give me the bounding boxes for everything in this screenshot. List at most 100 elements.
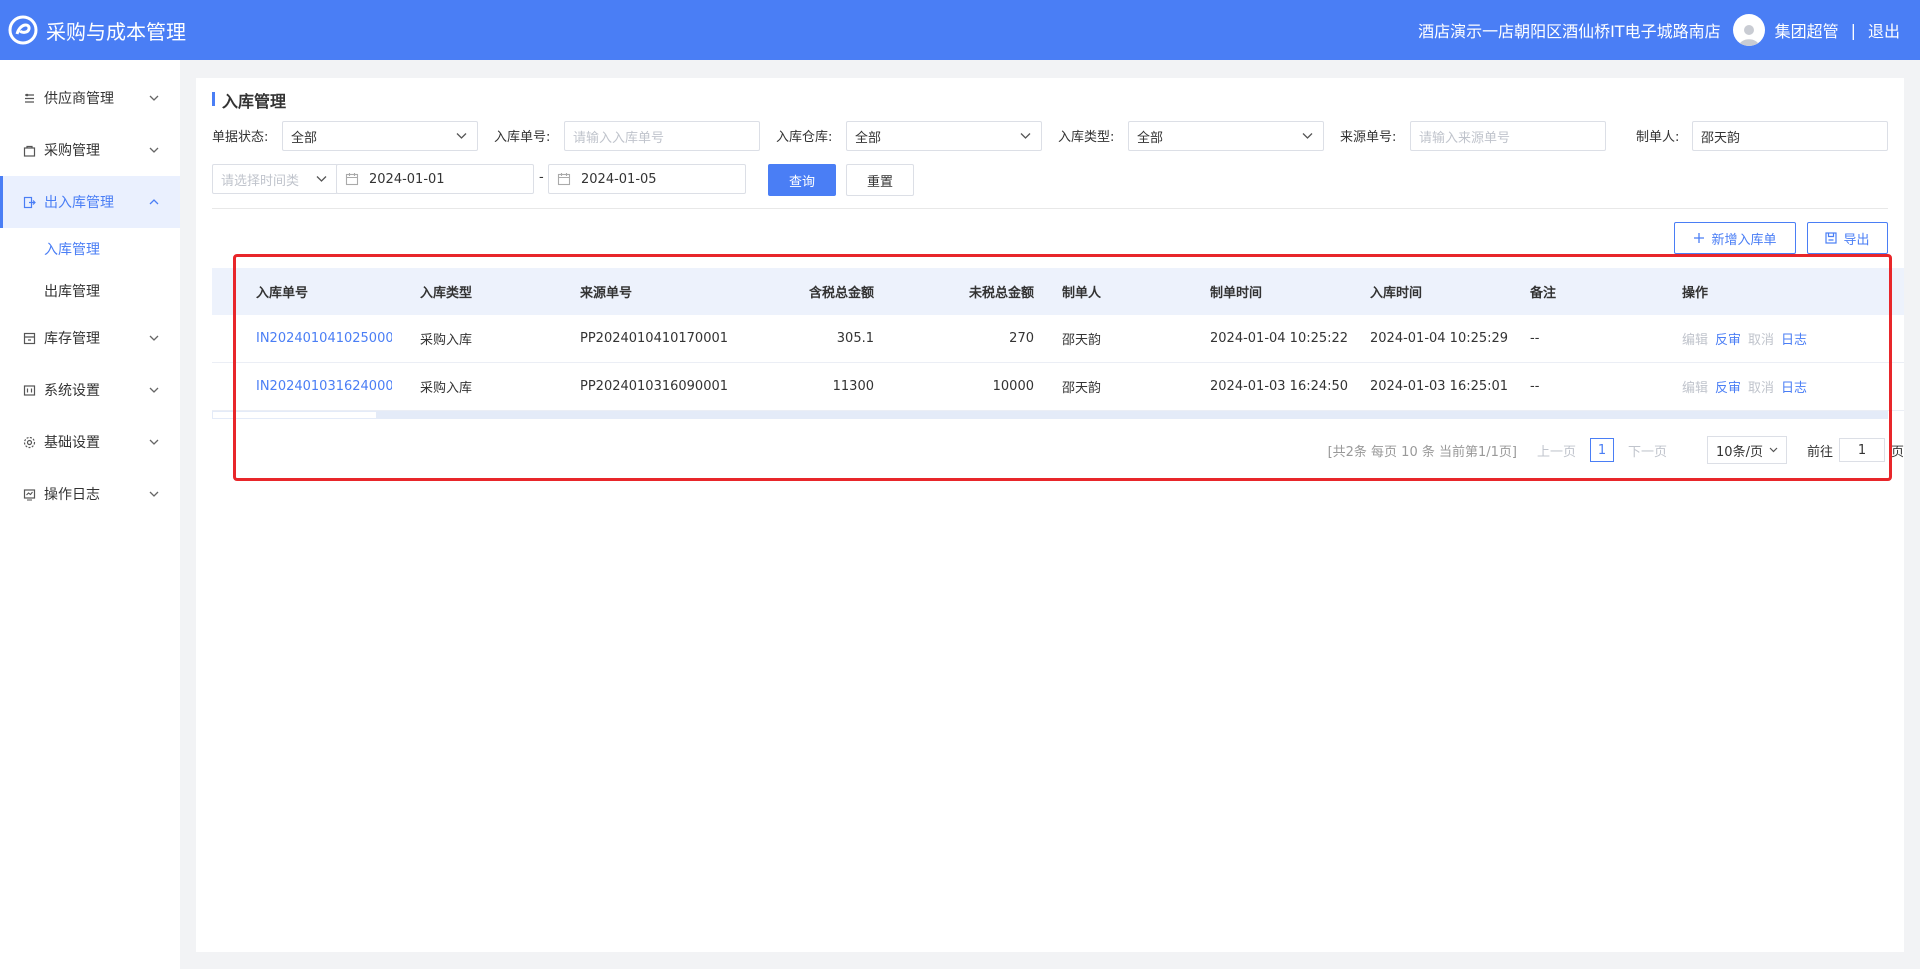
order-no-label: 入库单号: (494, 130, 551, 145)
header-right: 酒店演示一店朝阳区酒仙桥IT电子城路南店 集团超管 | 退出 (1418, 0, 1900, 60)
source-label: 来源单号: (1340, 130, 1397, 145)
pagination-summary: [共2条 每页 10 条 当前第1/1页] (1327, 444, 1517, 460)
user-avatar-icon (1738, 25, 1759, 46)
maker-cell: 邵天韵 (1062, 381, 1102, 396)
maker-label: 制单人: (1636, 130, 1680, 145)
status-select[interactable]: 全部 (282, 121, 478, 151)
chevron-down-icon (456, 133, 467, 140)
export-button[interactable]: 导出 (1807, 222, 1888, 254)
column-header-in-time[interactable]: 入库时间 (1362, 282, 1522, 301)
query-button[interactable]: 查询 (768, 164, 836, 196)
page-number-current[interactable]: 1 (1590, 438, 1615, 462)
column-header-make-time[interactable]: 制单时间 (1202, 282, 1362, 301)
order-no-link[interactable]: IN2024010410250001 (212, 331, 392, 346)
notax-total-cell: 10000 (992, 379, 1034, 394)
sidebar-item-system[interactable]: 系统设置 (0, 364, 180, 416)
type-cell: 采购入库 (420, 333, 473, 348)
column-header-tax-total[interactable]: 含税总金额 (762, 282, 882, 301)
column-header-maker[interactable]: 制单人 (1042, 282, 1202, 301)
column-header-type[interactable]: 入库类型 (392, 282, 552, 301)
next-page-button[interactable]: 下一页 (1628, 441, 1667, 460)
sidebar-item-label: 基础设置 (44, 435, 100, 451)
note-cell: -- (1530, 379, 1540, 394)
sidebar-item-label: 库存管理 (44, 331, 100, 347)
edit-button[interactable]: 编辑 (1682, 381, 1708, 396)
date-end-input[interactable]: 2024-01-05 (548, 164, 746, 194)
tax-total-cell: 305.1 (836, 331, 874, 346)
prev-page-button[interactable]: 上一页 (1537, 441, 1576, 460)
unreview-button[interactable]: 反审 (1715, 381, 1741, 396)
warehouse-label: 入库仓库: (776, 130, 833, 145)
chevron-down-icon (1020, 133, 1031, 140)
purchase-icon (22, 143, 36, 157)
sidebar-item-inventory[interactable]: 库存管理 (0, 312, 180, 364)
time-type-select[interactable]: 请选择时间类 (212, 164, 338, 194)
type-label: 入库类型: (1058, 130, 1115, 145)
store-name[interactable]: 酒店演示一店朝阳区酒仙桥IT电子城路南店 (1418, 18, 1721, 42)
table-header: 入库单号 入库类型 来源单号 含税总金额 未税总金额 制单人 制单时间 入库时间… (212, 268, 1904, 315)
avatar[interactable] (1732, 14, 1765, 46)
supplier-icon (22, 91, 36, 105)
chevron-down-icon (148, 436, 160, 448)
export-label: 导出 (1843, 232, 1870, 248)
date-start-value: 2024-01-01 (369, 171, 445, 187)
source-no-placeholder: 请输入来源单号 (1419, 130, 1511, 146)
logout-link[interactable]: 退出 (1868, 18, 1900, 42)
warehouse-select[interactable]: 全部 (846, 121, 1042, 151)
chevron-down-icon (148, 384, 160, 396)
maker-cell: 邵天韵 (1062, 333, 1102, 348)
page-size-select[interactable]: 10条/页 (1707, 436, 1787, 464)
chevron-down-icon (1302, 133, 1313, 140)
log-button[interactable]: 日志 (1781, 381, 1807, 396)
cancel-button[interactable]: 取消 (1748, 333, 1774, 348)
sidebar-item-basic[interactable]: 基础设置 (0, 416, 180, 468)
export-icon (1825, 232, 1838, 244)
sidebar-item-purchase[interactable]: 采购管理 (0, 124, 180, 176)
inbound-table: 入库单号 入库类型 来源单号 含税总金额 未税总金额 制单人 制单时间 入库时间… (212, 268, 1904, 419)
header-separator: | (1850, 20, 1856, 40)
add-inbound-label: 新增入库单 (1711, 232, 1777, 248)
column-header-notax-total[interactable]: 未税总金额 (882, 282, 1042, 301)
date-start-input[interactable]: 2024-01-01 (336, 164, 534, 194)
order-no-input[interactable]: 请输入入库单号 (564, 121, 760, 151)
table-row: IN2024010410250001 采购入库 PP20240104101700… (212, 315, 1904, 363)
type-select-value: 全部 (1137, 130, 1164, 146)
warehouse-select-value: 全部 (855, 130, 882, 146)
sidebar-item-label: 采购管理 (44, 143, 100, 159)
user-name[interactable]: 集团超管 (1775, 18, 1839, 42)
reset-button[interactable]: 重置 (846, 164, 914, 196)
calendar-icon (557, 172, 571, 186)
horizontal-scrollbar[interactable] (212, 411, 1888, 419)
column-header-order-no[interactable]: 入库单号 (212, 282, 392, 301)
sidebar-subitem-outbound[interactable]: 出库管理 (0, 270, 180, 312)
scrollbar-thumb[interactable] (212, 411, 377, 419)
source-no-cell: PP2024010316090001 (580, 379, 729, 394)
unreview-button[interactable]: 反审 (1715, 333, 1741, 348)
edit-button[interactable]: 编辑 (1682, 333, 1708, 348)
tax-total-cell: 11300 (832, 379, 874, 394)
sidebar-subitem-inbound[interactable]: 入库管理 (0, 228, 180, 270)
goto-label: 前往 (1806, 444, 1833, 460)
system-icon (22, 383, 36, 397)
page-size-value: 10条/页 (1716, 444, 1763, 460)
sidebar-item-log[interactable]: 操作日志 (0, 468, 180, 520)
content-card: 入库管理 单据状态: 全部 入库单号: 请输入入库单号 入库仓库: 全部 入库类… (196, 78, 1904, 952)
sidebar-item-supplier[interactable]: 供应商管理 (0, 72, 180, 124)
sidebar-item-label: 出入库管理 (44, 195, 114, 211)
top-header: 采购与成本管理 酒店演示一店朝阳区酒仙桥IT电子城路南店 集团超管 | 退出 (0, 0, 1920, 60)
add-inbound-button[interactable]: 新增入库单 (1674, 222, 1796, 254)
cancel-button[interactable]: 取消 (1748, 381, 1774, 396)
column-header-note[interactable]: 备注 (1522, 282, 1682, 301)
status-label: 单据状态: (212, 130, 269, 145)
column-header-source[interactable]: 来源单号 (552, 282, 762, 301)
source-no-input[interactable]: 请输入来源单号 (1410, 121, 1606, 151)
goto-page-input[interactable]: 1 (1838, 438, 1885, 462)
maker-input[interactable]: 邵天韵 (1692, 121, 1888, 151)
chevron-up-icon (148, 196, 160, 208)
type-select[interactable]: 全部 (1128, 121, 1324, 151)
app-title: 采购与成本管理 (46, 19, 186, 44)
log-button[interactable]: 日志 (1781, 333, 1807, 348)
order-no-link[interactable]: IN2024010316240001 (212, 379, 392, 394)
sidebar-item-inout[interactable]: 出入库管理 (0, 176, 180, 228)
chevron-down-icon (148, 332, 160, 344)
